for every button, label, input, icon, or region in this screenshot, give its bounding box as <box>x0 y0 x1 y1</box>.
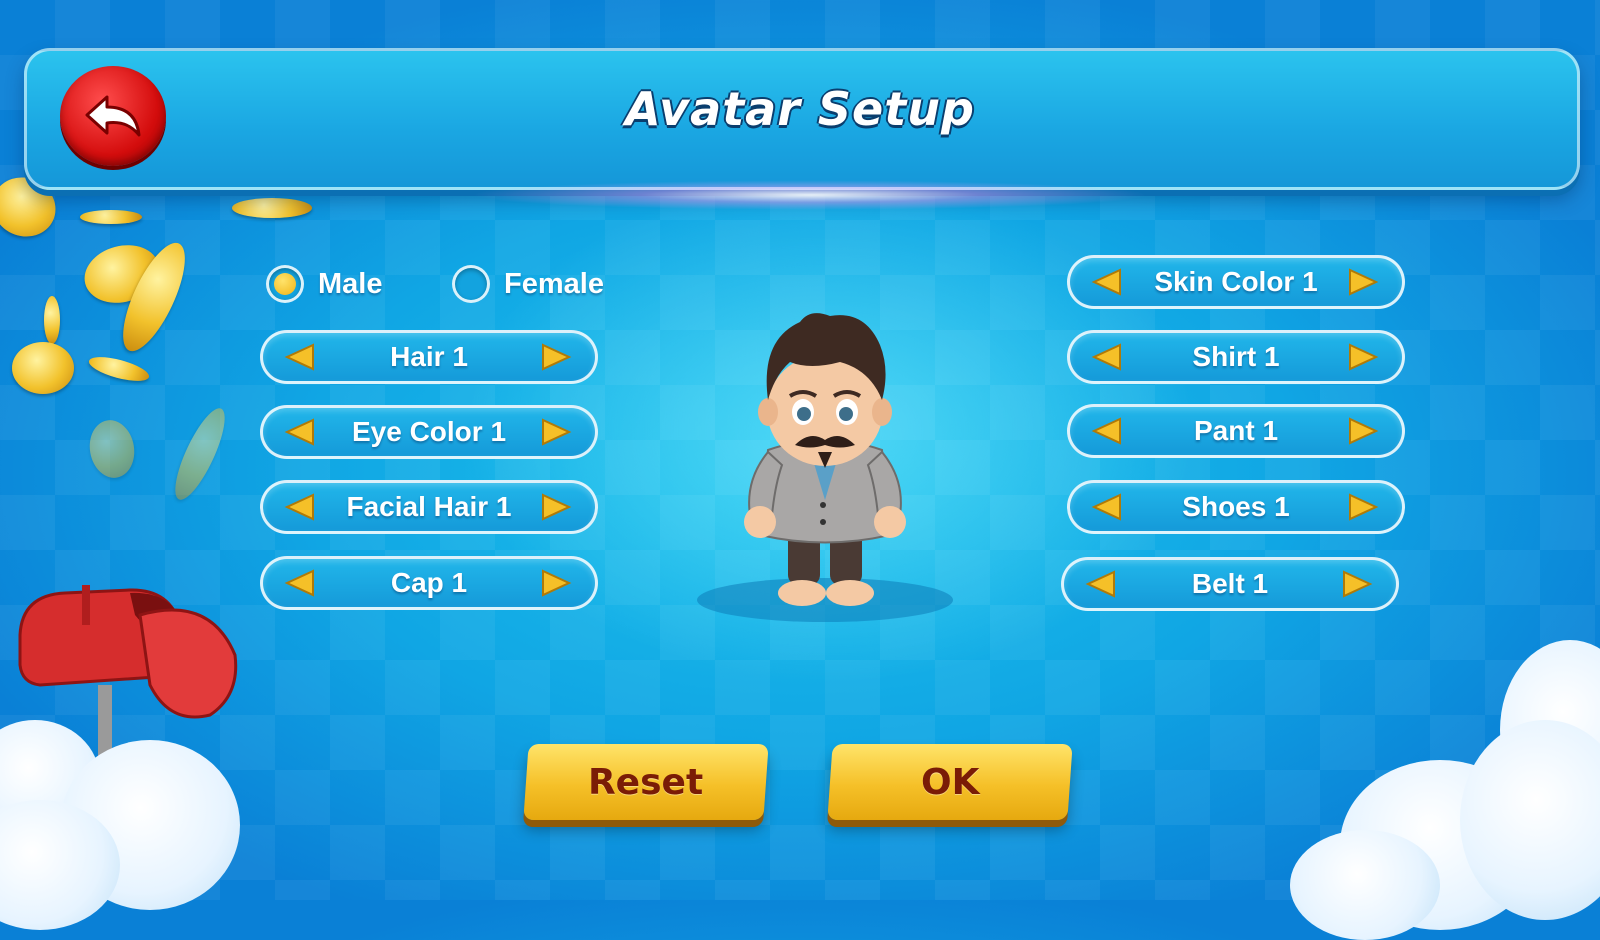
shirt-label: Shirt 1 <box>1192 341 1280 372</box>
arrow-left-icon[interactable] <box>1084 570 1118 598</box>
cap-label: Cap 1 <box>390 567 468 598</box>
arrow-right-icon[interactable] <box>1340 570 1374 598</box>
arrow-left-icon[interactable] <box>283 569 317 597</box>
arrow-right-icon[interactable] <box>539 343 573 371</box>
avatar-shadow <box>697 578 953 622</box>
pant-selector: Pant 1 <box>1067 404 1405 458</box>
back-button[interactable] <box>60 66 166 166</box>
gold-coin-icon <box>12 342 74 394</box>
eye-color-label: Eye Color 1 <box>351 416 507 447</box>
shirt-selector: Shirt 1 <box>1067 330 1405 384</box>
belt-selector: Belt 1 <box>1061 557 1399 611</box>
male-radio[interactable] <box>266 265 304 303</box>
arrow-left-icon[interactable] <box>283 343 317 371</box>
arrow-right-icon[interactable] <box>1346 417 1380 445</box>
cloud-icon <box>1290 830 1440 940</box>
avatar-preview <box>697 313 953 622</box>
arrow-left-icon[interactable] <box>1090 417 1124 445</box>
arrow-left-icon[interactable] <box>283 418 317 446</box>
hair-selector: Hair 1 <box>260 330 598 384</box>
reset-label: Reset <box>588 761 704 803</box>
ok-button[interactable]: OK <box>827 744 1073 820</box>
arrow-right-icon[interactable] <box>1346 493 1380 521</box>
pant-label: Pant 1 <box>1193 415 1279 446</box>
ok-label: OK <box>920 761 980 803</box>
arrow-right-icon[interactable] <box>539 569 573 597</box>
arrow-right-icon[interactable] <box>1346 268 1380 296</box>
eye-color-selector: Eye Color 1 <box>260 405 598 459</box>
hair-label: Hair 1 <box>390 341 468 372</box>
radio-selected-dot <box>274 273 296 295</box>
gold-coin-icon <box>80 210 142 224</box>
arrow-right-icon[interactable] <box>1346 343 1380 371</box>
female-label: Female <box>504 267 604 300</box>
skin-color-selector: Skin Color 1 <box>1067 255 1405 309</box>
facial-hair-selector: Facial Hair 1 <box>260 480 598 534</box>
arrow-left-icon[interactable] <box>1090 493 1124 521</box>
arrow-right-icon[interactable] <box>539 493 573 521</box>
back-arrow-icon <box>85 95 141 137</box>
reset-button[interactable]: Reset <box>523 744 769 820</box>
facial-hair-label: Facial Hair 1 <box>346 491 512 522</box>
gold-coin-icon <box>44 296 60 344</box>
gender-male-option[interactable]: Male <box>266 260 382 308</box>
skin-color-label: Skin Color 1 <box>1154 266 1318 297</box>
belt-label: Belt 1 <box>1191 568 1269 599</box>
arrow-right-icon[interactable] <box>539 418 573 446</box>
arrow-left-icon[interactable] <box>283 493 317 521</box>
arrow-left-icon[interactable] <box>1090 343 1124 371</box>
shoes-label: Shoes 1 <box>1182 491 1290 522</box>
page-title: Avatar Setup <box>625 82 975 136</box>
gold-coin-icon <box>232 198 312 218</box>
male-label: Male <box>318 267 383 300</box>
shoes-selector: Shoes 1 <box>1067 480 1405 534</box>
cap-selector: Cap 1 <box>260 556 598 610</box>
gender-female-option[interactable]: Female <box>452 260 604 308</box>
avatar-hands <box>744 506 776 538</box>
avatar-feet <box>778 580 826 606</box>
arrow-left-icon[interactable] <box>1090 268 1124 296</box>
female-radio[interactable] <box>452 265 490 303</box>
header-glow <box>470 180 1150 210</box>
